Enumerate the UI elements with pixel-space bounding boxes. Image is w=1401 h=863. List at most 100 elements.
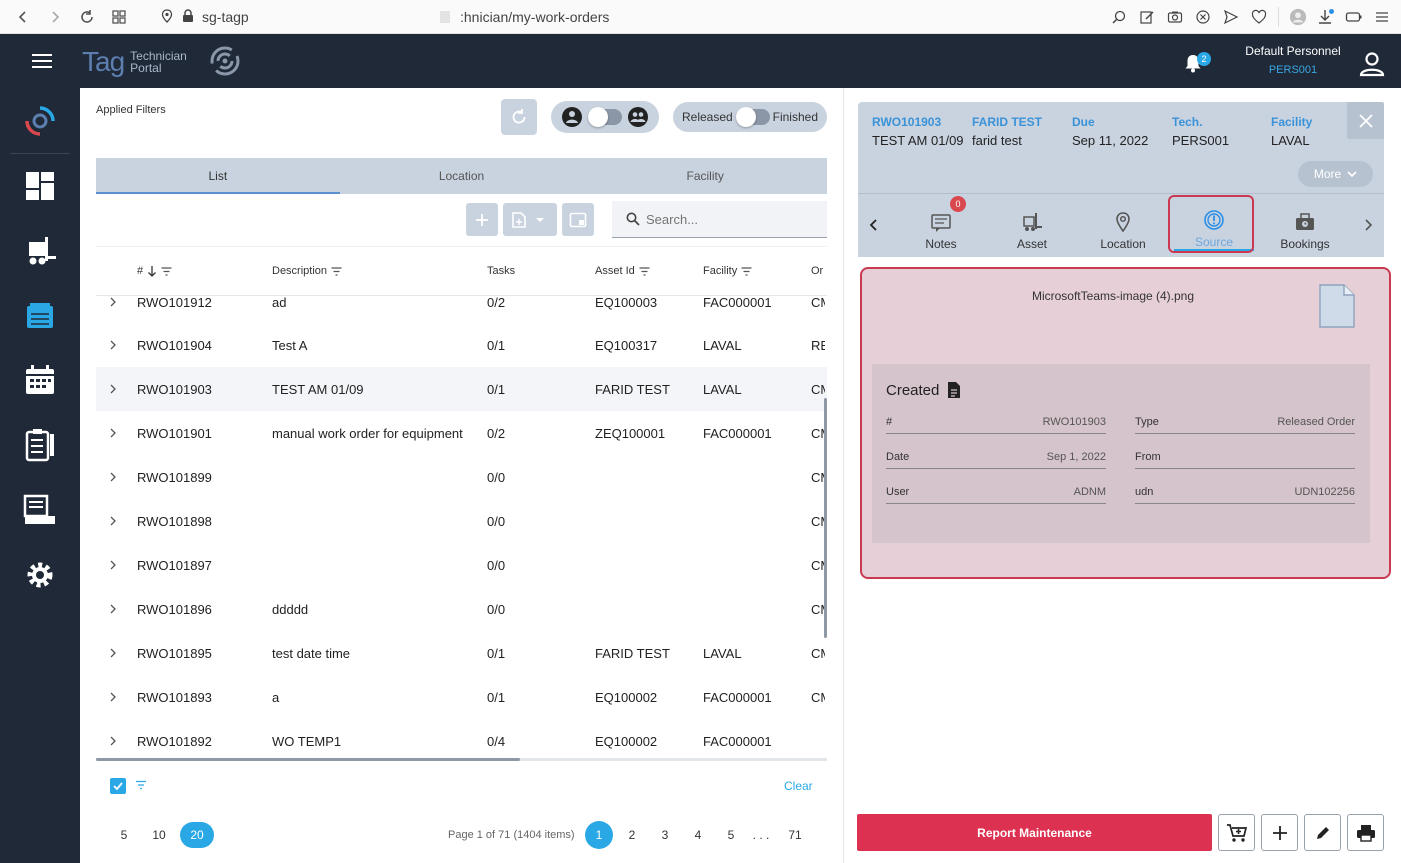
block-icon[interactable]	[1194, 8, 1212, 26]
expand-chevron-icon[interactable]	[108, 472, 118, 482]
dashboard-icon[interactable]	[22, 168, 58, 204]
add-item-button[interactable]	[1261, 814, 1298, 851]
page-3[interactable]: 3	[652, 822, 678, 848]
clear-filters-link[interactable]: Clear	[784, 779, 813, 793]
detail-tab-asset[interactable]: Asset	[992, 203, 1072, 251]
status-switch[interactable]	[735, 107, 770, 127]
back-icon[interactable]	[14, 8, 32, 26]
column-facility[interactable]: Facility	[703, 265, 752, 277]
page-5[interactable]: 5	[718, 822, 744, 848]
battery-icon[interactable]	[1345, 8, 1363, 26]
menu-icon[interactable]	[30, 50, 54, 72]
table-row[interactable]: RWO101904 Test A 0/1 EQ100317 LAVAL RE	[96, 323, 827, 367]
edit-page-icon[interactable]	[1138, 8, 1156, 26]
table-row[interactable]: RWO101897 0/0 CM	[96, 543, 827, 587]
personnel-switch[interactable]	[588, 107, 622, 127]
reload-icon[interactable]	[78, 8, 96, 26]
zoom-icon[interactable]	[1110, 8, 1128, 26]
page-4[interactable]: 4	[685, 822, 711, 848]
download-icon[interactable]	[1317, 8, 1335, 26]
user-avatar-icon[interactable]	[1358, 50, 1386, 78]
page-size-5[interactable]: 5	[108, 823, 140, 847]
edit-button[interactable]	[1304, 814, 1341, 851]
detail-tab-location[interactable]: Location	[1083, 203, 1163, 251]
tab-location[interactable]: Location	[340, 158, 584, 194]
expand-chevron-icon[interactable]	[108, 428, 118, 438]
filter-icon[interactable]	[135, 780, 147, 790]
expand-chevron-icon[interactable]	[108, 736, 118, 746]
column-asset-id[interactable]: Asset Id	[595, 265, 650, 277]
column-origin[interactable]: Or	[811, 265, 827, 277]
rail-home-logo-icon[interactable]	[22, 103, 58, 139]
refresh-button[interactable]	[501, 99, 537, 135]
attachment-file-name[interactable]: MicrosoftTeams-image (4).png	[860, 289, 1366, 303]
page-last[interactable]: 71	[782, 822, 808, 848]
export-button[interactable]	[503, 203, 557, 236]
page-size-20[interactable]: 20	[180, 822, 214, 848]
menu-lines-icon[interactable]	[1373, 8, 1391, 26]
calendar-icon[interactable]	[22, 362, 58, 398]
table-horizontal-scrollbar[interactable]	[96, 758, 520, 761]
user-info[interactable]: Default Personnel PERS001	[1228, 44, 1358, 76]
address-bar[interactable]: sg-tagp	[160, 0, 249, 34]
heart-icon[interactable]	[1250, 8, 1268, 26]
url-path-area[interactable]: :hnician/my-work-orders	[440, 0, 609, 34]
expand-chevron-icon[interactable]	[108, 340, 118, 350]
settings-gear-icon[interactable]	[22, 557, 58, 593]
expand-chevron-icon[interactable]	[108, 516, 118, 526]
table-row-selected[interactable]: RWO101903 TEST AM 01/09 0/1 FARID TEST L…	[96, 367, 827, 411]
table-row[interactable]: RWO101893 a 0/1 EQ100002 FAC000001 CM	[96, 675, 827, 719]
more-button[interactable]: More	[1298, 161, 1373, 187]
detail-tab-notes[interactable]: Notes	[901, 203, 981, 251]
filter-icon[interactable]	[161, 266, 172, 276]
table-vertical-scrollbar[interactable]	[824, 398, 827, 638]
column-description[interactable]: Description	[272, 265, 342, 277]
tabs-next-arrow-icon[interactable]	[1361, 218, 1375, 232]
table-row[interactable]: RWO101898 0/0 CM	[96, 499, 827, 543]
table-row[interactable]: RWO101896 ddddd 0/0 CM	[96, 587, 827, 631]
send-icon[interactable]	[1222, 8, 1240, 26]
table-row[interactable]: RWO101912 ad 0/2 EQ100003 FAC000001 CM	[96, 296, 827, 324]
search-input[interactable]	[646, 211, 816, 227]
page-1[interactable]: 1	[585, 821, 613, 849]
view-card-button[interactable]	[562, 203, 594, 236]
tabs-grid-icon[interactable]	[110, 8, 128, 26]
profile-icon[interactable]	[1289, 8, 1307, 26]
work-orders-icon[interactable]	[22, 298, 58, 334]
personnel-scope-toggle[interactable]	[551, 101, 659, 133]
select-all-checkbox[interactable]	[110, 778, 126, 794]
expand-chevron-icon[interactable]	[108, 648, 118, 658]
expand-chevron-icon[interactable]	[108, 297, 118, 307]
expand-chevron-icon[interactable]	[108, 560, 118, 570]
search-field[interactable]	[612, 201, 827, 238]
add-button[interactable]	[466, 203, 498, 236]
forward-icon[interactable]	[46, 8, 64, 26]
reports-icon[interactable]	[22, 492, 58, 528]
tab-list[interactable]: List	[96, 158, 340, 194]
table-row[interactable]: RWO101892 WO TEMP1 0/4 EQ100002 FAC00000…	[96, 719, 827, 758]
expand-chevron-icon[interactable]	[108, 692, 118, 702]
status-toggle[interactable]: Released Finished	[673, 102, 827, 132]
print-button[interactable]	[1347, 814, 1384, 851]
filter-icon[interactable]	[741, 266, 752, 276]
camera-icon[interactable]	[1166, 8, 1184, 26]
page-size-10[interactable]: 10	[143, 823, 175, 847]
page-2[interactable]: 2	[619, 822, 645, 848]
checklist-icon[interactable]	[22, 427, 58, 463]
tabs-prev-arrow-icon[interactable]	[867, 218, 881, 232]
forklift-asset-icon[interactable]	[22, 233, 58, 269]
detail-tab-bookings[interactable]: Bookings	[1265, 203, 1345, 251]
column-number[interactable]: #	[137, 265, 172, 277]
table-row[interactable]: RWO101899 0/0 CM	[96, 455, 827, 499]
table-row[interactable]: RWO101901 manual work order for equipmen…	[96, 411, 827, 455]
detail-tab-source[interactable]: Source	[1174, 203, 1254, 251]
expand-chevron-icon[interactable]	[108, 384, 118, 394]
column-tasks[interactable]: Tasks	[487, 265, 515, 277]
close-detail-button[interactable]	[1347, 102, 1384, 139]
filter-icon[interactable]	[639, 266, 650, 276]
table-row[interactable]: RWO101895 test date time 0/1 FARID TEST …	[96, 631, 827, 675]
report-maintenance-button[interactable]: Report Maintenance	[857, 814, 1212, 851]
file-document-icon[interactable]	[1318, 283, 1356, 329]
expand-chevron-icon[interactable]	[108, 604, 118, 614]
filter-icon[interactable]	[331, 266, 342, 276]
